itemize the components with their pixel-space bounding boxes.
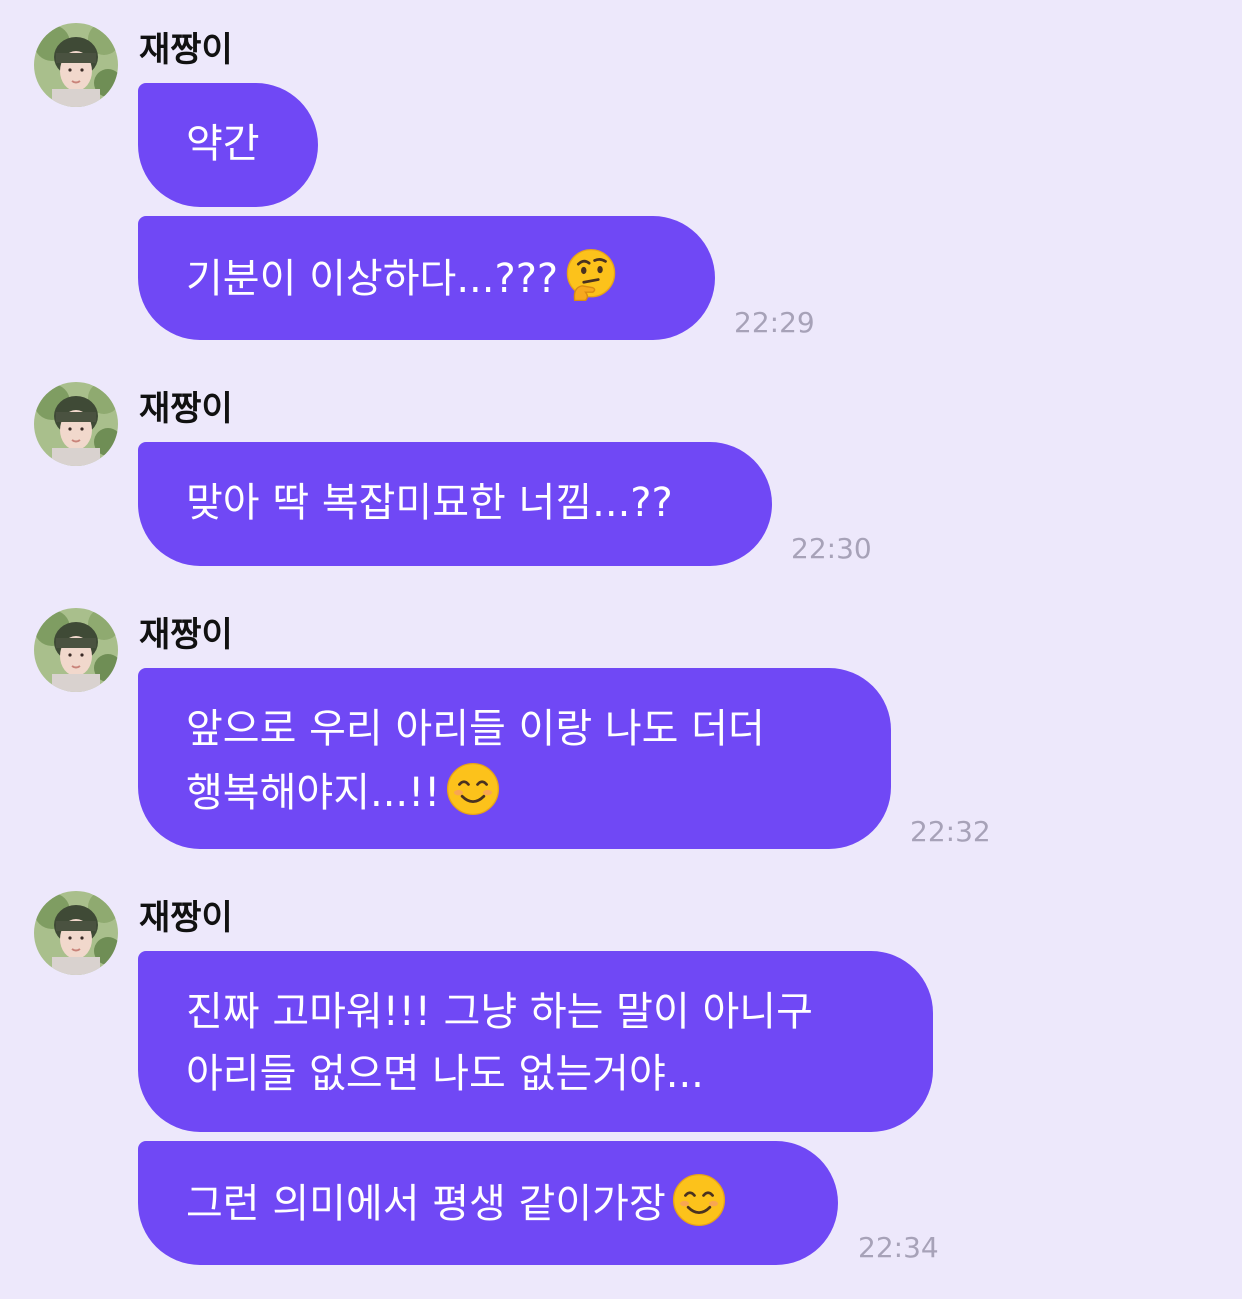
message-bubble[interactable]: 그런 의미에서 평생 같이가장	[138, 1141, 838, 1265]
avatar[interactable]	[34, 23, 118, 107]
message-text: 앞으로 우리 아리들 이랑 나도 더더	[186, 706, 765, 752]
timestamp: 22:29	[734, 306, 815, 339]
message-text: 진짜 고마워!!! 그냥 하는 말이 아니구	[186, 989, 813, 1035]
avatar[interactable]	[34, 608, 118, 692]
smiling-face-emoji	[447, 762, 500, 816]
sender-name: 재짱이	[139, 898, 233, 938]
message-text: 행복해야지...!!	[186, 760, 843, 824]
message-bubble[interactable]: 기분이 이상하다...???	[138, 216, 715, 340]
message-text: 맞아 딱 복잡미묘한 너낌...??	[186, 480, 673, 526]
timestamp: 22:32	[910, 815, 991, 848]
message-text: 기분이 이상하다...???	[186, 246, 667, 310]
message-text: 약간	[186, 121, 260, 167]
thinking-face-emoji	[566, 248, 616, 302]
smiling-face-emoji	[672, 1173, 725, 1227]
message-text: 그런 의미에서 평생 같이가장	[186, 1171, 790, 1235]
sender-name: 재짱이	[139, 615, 233, 655]
sender-name: 재짱이	[139, 30, 233, 70]
timestamp: 22:30	[791, 532, 872, 565]
message-text: 아리들 없으면 나도 없는거야...	[186, 1051, 704, 1097]
message-bubble[interactable]: 맞아 딱 복잡미묘한 너낌...??	[138, 442, 772, 566]
timestamp: 22:34	[858, 1231, 939, 1264]
message-bubble[interactable]: 앞으로 우리 아리들 이랑 나도 더더 행복해야지...!!	[138, 668, 891, 849]
avatar[interactable]	[34, 891, 118, 975]
sender-name: 재짱이	[139, 389, 233, 429]
message-bubble[interactable]: 약간	[138, 83, 318, 207]
avatar[interactable]	[34, 382, 118, 466]
message-bubble[interactable]: 진짜 고마워!!! 그냥 하는 말이 아니구 아리들 없으면 나도 없는거야..…	[138, 951, 933, 1132]
